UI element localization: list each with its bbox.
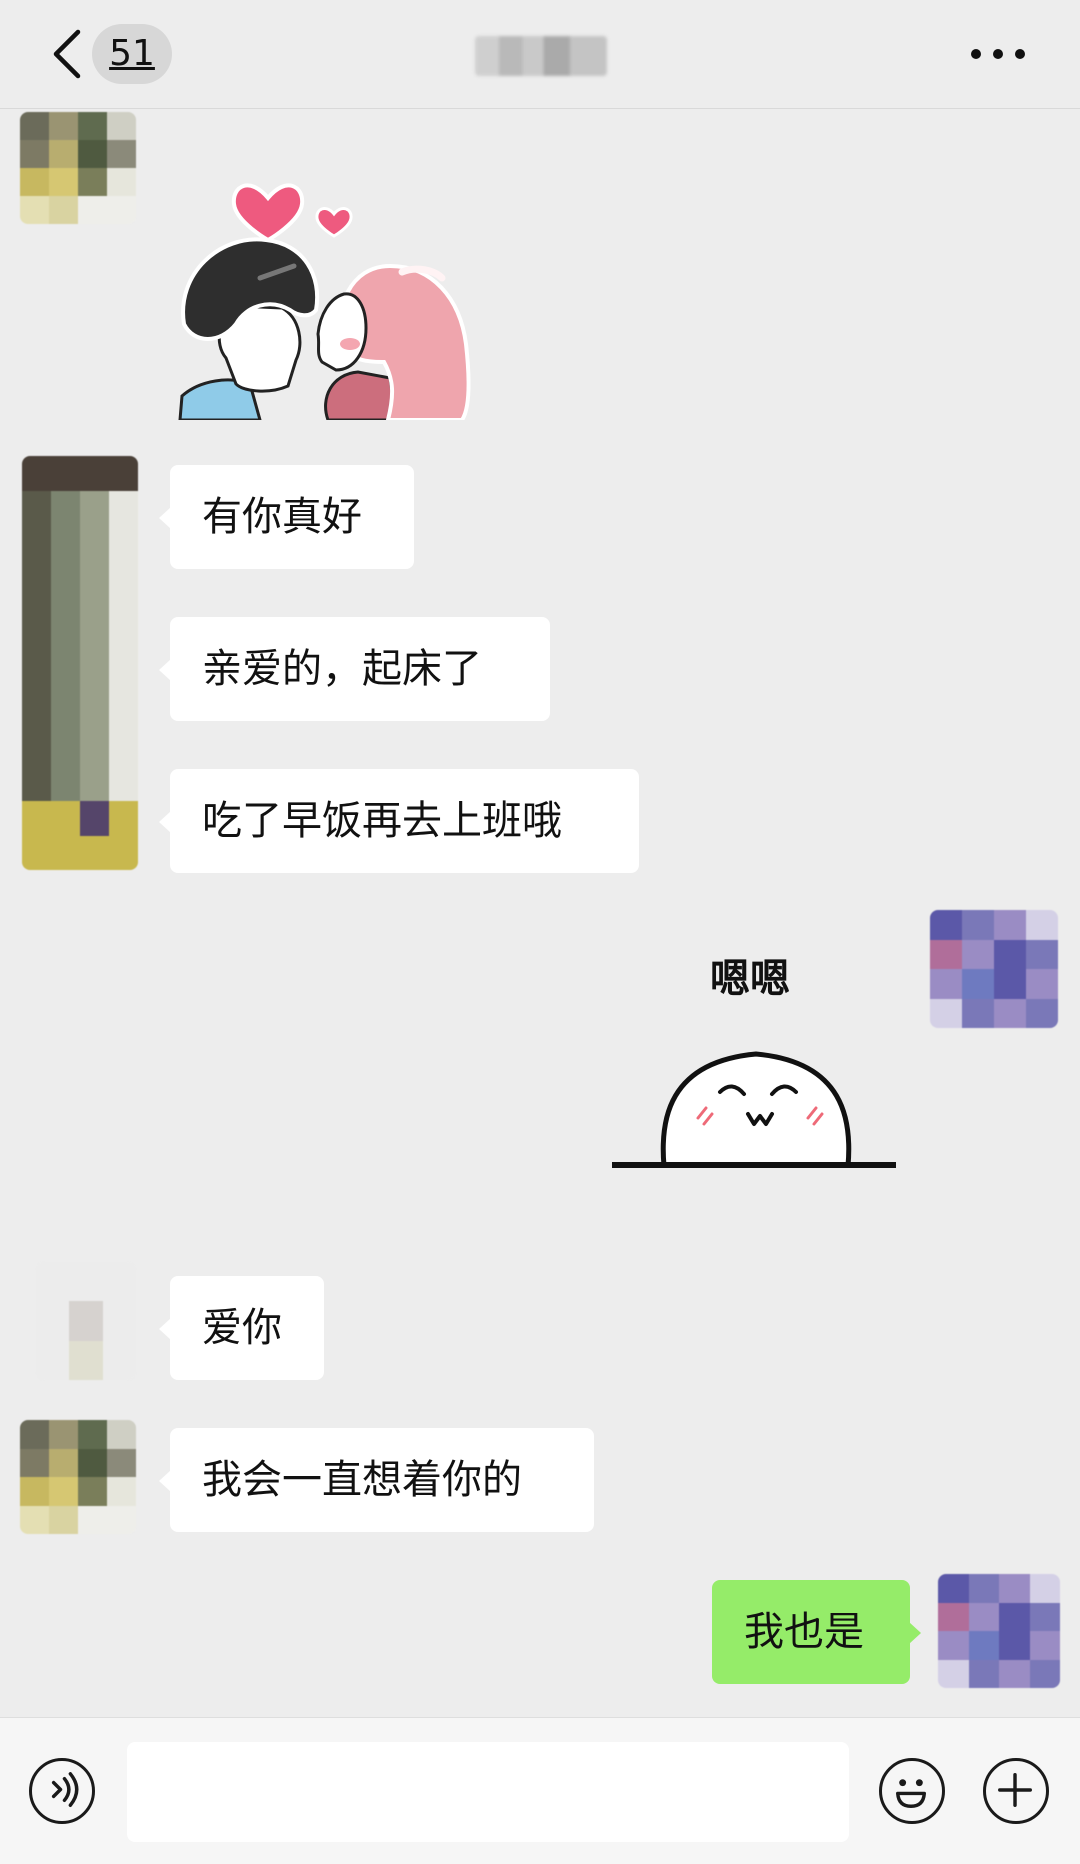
contact-avatar[interactable]	[20, 1420, 136, 1534]
my-avatar[interactable]	[930, 910, 1058, 1028]
chat-header: 51	[0, 0, 1080, 109]
message-bubble-incoming[interactable]: 爱你	[159, 1276, 324, 1380]
message-bubble-incoming[interactable]: 我会一直想着你的	[159, 1428, 594, 1532]
kissing-couple-sticker[interactable]	[170, 148, 490, 420]
chat-title-blurred	[475, 36, 607, 76]
my-avatar[interactable]	[938, 1574, 1060, 1688]
voice-icon[interactable]	[29, 1758, 95, 1824]
unread-count-badge[interactable]: 51	[92, 24, 172, 84]
chevron-left-icon[interactable]	[48, 26, 88, 82]
contact-avatar[interactable]	[20, 112, 136, 224]
ellipsis-icon[interactable]	[968, 36, 1028, 72]
emoji-icon[interactable]	[879, 1758, 945, 1824]
input-bar	[0, 1717, 1080, 1864]
message-bubble-incoming[interactable]: 有你真好	[159, 465, 414, 569]
smiling-ball-sticker[interactable]: 嗯嗯	[608, 944, 900, 1170]
contact-avatar[interactable]	[22, 456, 138, 870]
message-bubble-incoming[interactable]: 吃了早饭再去上班哦	[159, 769, 639, 873]
message-input[interactable]	[127, 1742, 849, 1842]
contact-avatar[interactable]	[36, 1262, 136, 1380]
sticker-caption: 嗯嗯	[710, 956, 790, 1002]
plus-icon[interactable]	[983, 1758, 1049, 1824]
message-bubble-incoming[interactable]: 亲爱的，起床了	[159, 617, 550, 721]
message-bubble-outgoing[interactable]: 我也是	[712, 1580, 921, 1684]
